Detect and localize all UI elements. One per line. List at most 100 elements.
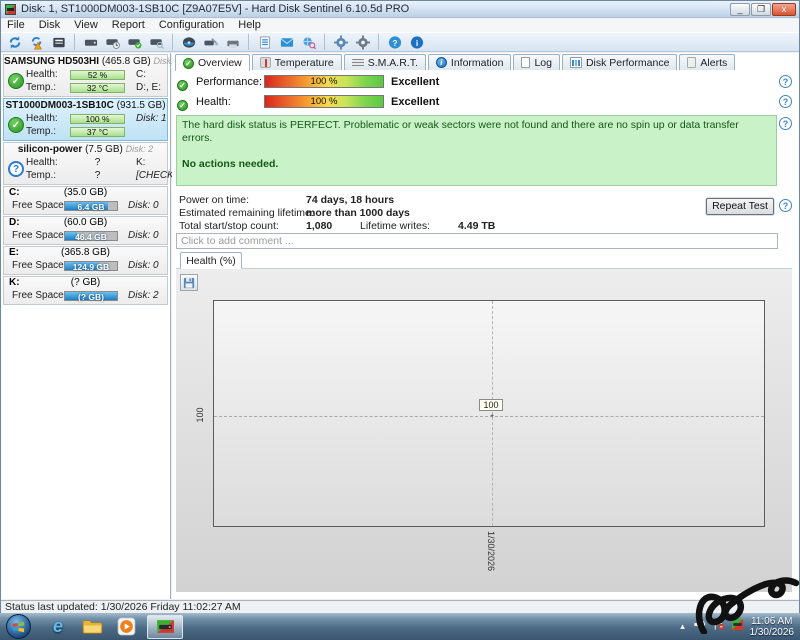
startstop-value: 1,080 <box>306 220 333 232</box>
refresh-icon[interactable] <box>5 34 24 51</box>
gridline-100 <box>214 416 764 417</box>
tab-disk-performance[interactable]: Disk Performance <box>561 54 678 70</box>
mail-icon[interactable] <box>277 34 296 51</box>
surface-test-icon[interactable] <box>179 34 198 51</box>
tab-information[interactable]: i Information <box>427 54 512 70</box>
speaker-icon[interactable] <box>693 618 706 636</box>
restore-button[interactable]: ❐ <box>751 3 771 16</box>
volume-disk-number: Disk: 0 <box>128 230 159 241</box>
health-label: Health: <box>26 157 58 168</box>
performance-rating: Excellent <box>391 76 440 88</box>
settings-gear-icon[interactable] <box>331 34 350 51</box>
network-icon[interactable] <box>299 34 318 51</box>
action-center-flag-icon[interactable] <box>712 618 725 636</box>
volume-disk-number: Disk: 2 <box>128 290 159 301</box>
free-space-bar: (? GB) <box>64 290 118 302</box>
free-space-value: 6.4 GB <box>77 201 105 212</box>
performance-label: Performance: <box>196 76 263 88</box>
free-space-value: (? GB) <box>78 291 104 302</box>
overview-panel: ✓ Overview Temperature S.M.A.R.T. i Inform… <box>172 53 799 599</box>
free-space-label: Free Space <box>12 200 64 211</box>
repeat-test-button[interactable]: Repeat Test <box>706 198 774 215</box>
help-icon[interactable]: ? <box>385 34 404 51</box>
menu-view[interactable]: View <box>74 19 98 32</box>
check-icon: ✓ <box>177 80 188 91</box>
alerts-icon <box>687 57 697 68</box>
taskbar-explorer-folder-icon[interactable] <box>75 614 109 639</box>
disk-tools-icon[interactable] <box>201 34 220 51</box>
system-tray: ▲ 11:06 AM 1/30/2026 <box>679 616 800 638</box>
taskbar-media-player-icon[interactable] <box>109 614 143 639</box>
temp-label: Temp.: <box>26 170 57 181</box>
taskbar-clock[interactable]: 11:06 AM 1/30/2026 <box>750 616 795 638</box>
thermometer-icon <box>259 57 271 68</box>
disk-status-message: The hard disk status is PERFECT. Problem… <box>176 115 777 186</box>
free-space-value: 46.4 GB <box>75 231 107 242</box>
tab-alerts[interactable]: Alerts <box>679 54 736 70</box>
report-icon[interactable] <box>49 34 68 51</box>
volume-card-c[interactable]: C: (35.0 GB) Free Space 6.4 GB Disk: 0 <box>3 186 168 215</box>
lifetime-label: Estimated remaining lifetime: <box>179 207 314 219</box>
disk-card-samsung[interactable]: SAMSUNG HD503HI (465.8 GB) Disk: 0 ✓ Hea… <box>3 54 181 97</box>
disk-clock-icon[interactable] <box>103 34 122 51</box>
notes-icon[interactable] <box>255 34 274 51</box>
health-bar: 100 % <box>70 113 125 124</box>
disk-card-st1000-selected[interactable]: ST1000DM003-1SB10C (931.5 GB) ✓ Health: … <box>3 98 168 141</box>
temp-label: Temp.: <box>26 126 57 137</box>
volume-card-k[interactable]: K: (? GB) Free Space (? GB) Disk: 2 <box>3 276 168 305</box>
taskbar-internet-explorer-icon[interactable]: e <box>41 614 75 639</box>
show-hidden-icons-caret[interactable]: ▲ <box>679 622 687 631</box>
taskbar-hds-active-button[interactable] <box>147 614 183 639</box>
save-chart-button[interactable] <box>180 274 198 291</box>
temp-right: [CHECK] <box>136 170 177 181</box>
status-ok-icon: ✓ <box>8 73 24 89</box>
info-icon[interactable]: i <box>407 34 426 51</box>
tab-log[interactable]: Log <box>513 54 560 70</box>
disk-name: SAMSUNG HD503HI <box>4 56 100 67</box>
menu-disk[interactable]: Disk <box>39 19 60 32</box>
print-icon[interactable] <box>223 34 242 51</box>
help-icon[interactable]: ? <box>779 75 792 88</box>
startstop-label: Total start/stop count: <box>179 220 279 232</box>
free-space-label: Free Space <box>12 230 64 241</box>
advanced-gear-icon[interactable] <box>353 34 372 51</box>
window-title: Disk: 1, ST1000DM003-1SB10C [Z9A07E5V] -… <box>21 3 410 15</box>
svg-text:?: ? <box>392 37 397 47</box>
minimize-button[interactable]: _ <box>730 3 750 16</box>
chart-tab-health[interactable]: Health (%) <box>180 252 242 269</box>
volume-disk-number: Disk: 0 <box>128 260 159 271</box>
temp-bar: 32 °C <box>70 82 125 93</box>
start-button[interactable] <box>6 614 31 639</box>
disk-card-silicon-power[interactable]: silicon-power (7.5 GB) Disk: 2 ? Health:… <box>3 142 177 185</box>
disk-icon[interactable] <box>81 34 100 51</box>
volume-card-d[interactable]: D: (60.0 GB) Free Space 46.4 GB Disk: 0 <box>3 216 168 245</box>
performance-row: ✓ Performance: 100 % Excellent ? <box>172 75 792 91</box>
windows-flag-icon <box>12 621 25 633</box>
close-button[interactable]: x <box>772 3 796 16</box>
menu-report[interactable]: Report <box>112 19 145 32</box>
disk-search-icon[interactable] <box>147 34 166 51</box>
free-space-label: Free Space <box>12 290 64 301</box>
comment-input[interactable] <box>176 233 778 249</box>
disk-sidebar: SAMSUNG HD503HI (465.8 GB) Disk: 0 ✓ Hea… <box>1 53 181 599</box>
tab-temperature[interactable]: Temperature <box>251 54 342 70</box>
menu-help[interactable]: Help <box>238 19 261 32</box>
menu-file[interactable]: File <box>7 19 25 32</box>
hds-tray-icon[interactable] <box>731 618 744 636</box>
disk-check-icon[interactable] <box>125 34 144 51</box>
chart-icon <box>569 57 582 68</box>
help-icon[interactable]: ? <box>779 117 792 130</box>
volume-card-e[interactable]: E: (365.8 GB) Free Space 124.9 GB Disk: 0 <box>3 246 168 275</box>
volume-letter: E: <box>9 247 19 258</box>
tab-smart[interactable]: S.M.A.R.T. <box>343 54 426 70</box>
status-text: The hard disk status is PERFECT. Problem… <box>182 119 739 144</box>
clock-time: 11:06 AM <box>750 615 793 627</box>
volume-size: (365.8 GB) <box>61 247 110 258</box>
menu-configuration[interactable]: Configuration <box>159 19 224 32</box>
help-icon[interactable]: ? <box>779 199 792 212</box>
titlebar[interactable]: Disk: 1, ST1000DM003-1SB10C [Z9A07E5V] -… <box>1 1 799 18</box>
refresh-alert-icon[interactable] <box>27 34 46 51</box>
health-right: K: <box>136 157 146 168</box>
tab-overview[interactable]: ✓ Overview <box>175 54 250 71</box>
help-icon[interactable]: ? <box>779 95 792 108</box>
